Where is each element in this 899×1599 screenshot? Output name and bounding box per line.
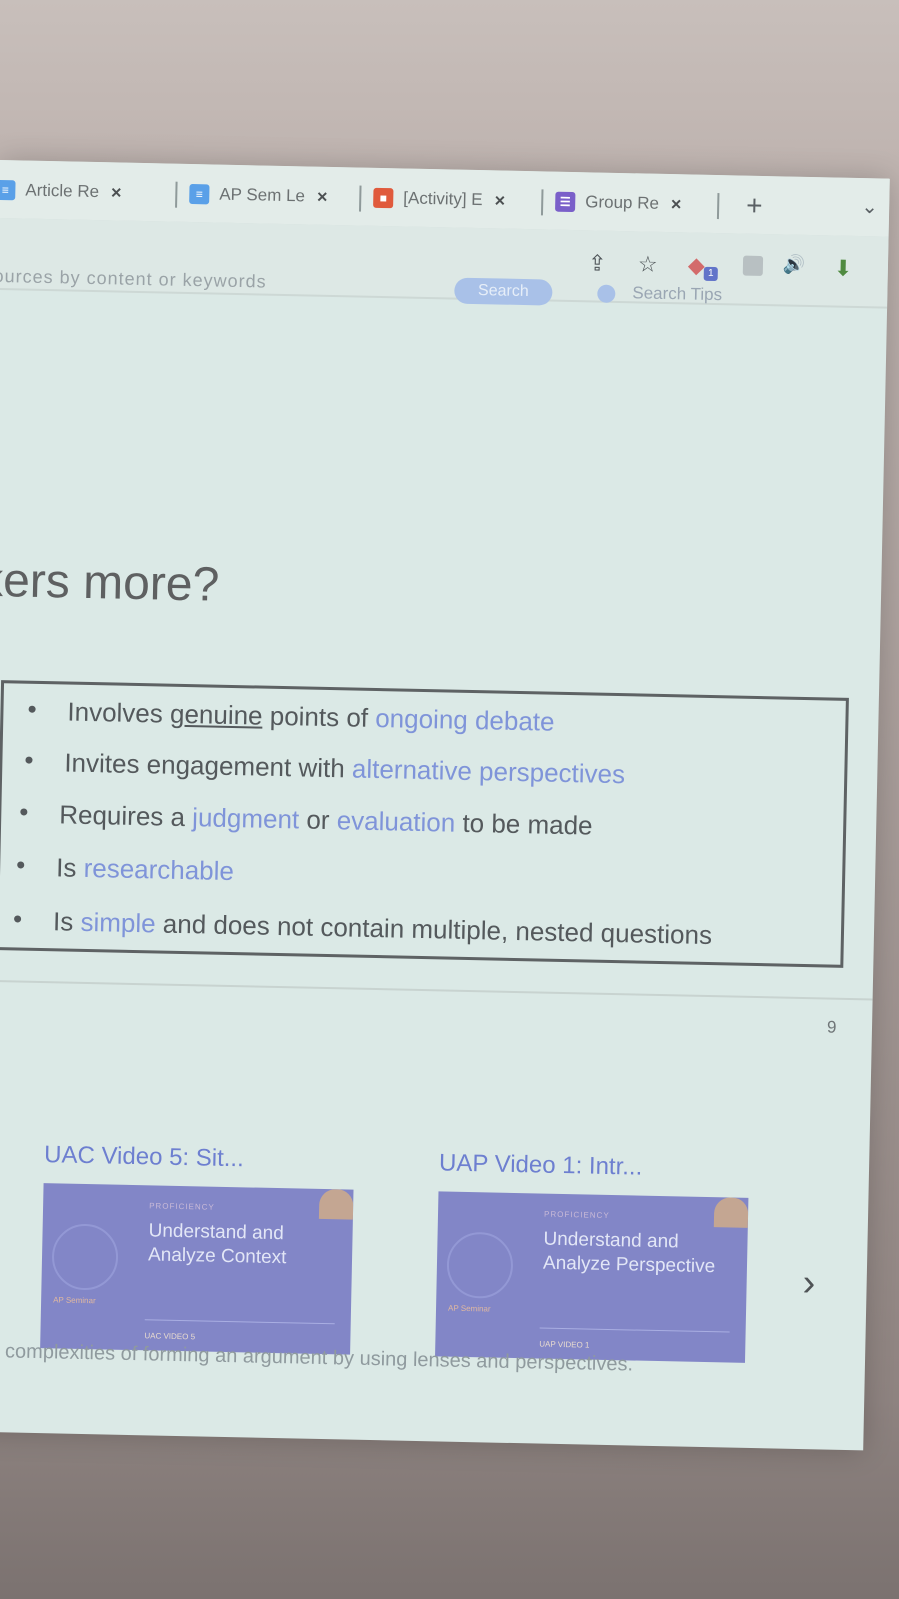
proficiency-label: PROFICIENCY: [543, 1209, 610, 1220]
close-icon[interactable]: ×: [494, 190, 505, 211]
download-icon[interactable]: ⬇: [834, 255, 853, 281]
tab-activity[interactable]: ■ [Activity] E ×: [373, 182, 506, 217]
carousel-next-icon[interactable]: ›: [802, 1262, 816, 1305]
criteria-text: Is: [55, 852, 84, 883]
tab-label: [Activity] E: [403, 188, 483, 210]
info-icon: [597, 284, 616, 303]
ap-seal-icon: [51, 1223, 119, 1291]
criteria-box: • Involves genuine points of ongoing deba…: [0, 680, 849, 968]
criteria-text: to be made: [454, 807, 593, 841]
criteria-text: Invites engagement with: [64, 747, 353, 784]
tab-label: Group Re: [585, 192, 660, 213]
highlighted-term: alternative perspectives: [351, 753, 626, 790]
search-input[interactable]: ources by content or keywords: [0, 266, 267, 293]
highlighted-term: judgment: [191, 802, 300, 835]
slide-heading: kers more?: [0, 553, 220, 612]
brand-label: AP Seminar: [447, 1303, 491, 1314]
video-thumbnail[interactable]: PROFICIENCY Understand and Analyze Conte…: [40, 1183, 354, 1355]
presenter-avatar: [713, 1197, 749, 1228]
video-label: UAP VIDEO 1: [539, 1339, 590, 1350]
bullet: •: [19, 796, 29, 827]
criteria-item: • Requires a judgment or evaluation to be…: [19, 797, 593, 841]
forms-icon: ☰: [555, 191, 576, 213]
video-card[interactable]: UAC Video 5: Sit... PROFICIENCY Understa…: [40, 1141, 355, 1355]
brand-label: AP Seminar: [53, 1295, 96, 1306]
tab-separator: [716, 193, 720, 220]
presenter-avatar: [318, 1188, 354, 1220]
criteria-item: • Involves genuine points of ongoing deba…: [27, 694, 555, 738]
criteria-text: Is: [52, 906, 81, 937]
highlighted-term: simple: [80, 906, 156, 939]
criteria-text: Requires a: [58, 799, 193, 833]
docs-icon: ≡: [189, 183, 210, 205]
docs-icon: ≡: [0, 179, 16, 201]
proficiency-label: PROFICIENCY: [149, 1201, 215, 1212]
criteria-text: genuine: [169, 698, 263, 731]
projected-screen: ≡ Article Re × ≡ AP Sem Le × ■ [Activity…: [0, 160, 890, 1451]
tab-group-research[interactable]: ☰ Group Re ×: [555, 186, 682, 221]
thumbnail-rule: [539, 1327, 730, 1333]
criteria-text: and does not contain multiple, nested qu…: [155, 908, 713, 951]
thumbnail-title: Understand and Analyze Context: [148, 1219, 287, 1270]
close-icon[interactable]: ×: [111, 182, 122, 203]
new-tab-button[interactable]: +: [746, 190, 763, 222]
search-tips-link[interactable]: Search Tips: [632, 283, 722, 305]
close-icon[interactable]: ×: [671, 194, 682, 215]
video-title[interactable]: UAC Video 5: Sit...: [44, 1141, 355, 1175]
video-card[interactable]: UAP Video 1: Intr... PROFICIENCY Underst…: [435, 1149, 750, 1363]
criteria-item: • Is researchable: [16, 849, 235, 887]
extension-badge: 1: [703, 266, 718, 282]
page-number: 9: [826, 1017, 837, 1037]
tab-separator: [175, 181, 178, 208]
criteria-text: or: [298, 804, 338, 836]
extension-icon[interactable]: ◆: [688, 252, 705, 278]
slides-icon: ■: [373, 187, 394, 209]
bullet: •: [15, 849, 26, 880]
criteria-text: points of: [262, 700, 376, 733]
share-icon[interactable]: ⇪: [588, 250, 607, 276]
thumbnail-rule: [144, 1319, 335, 1325]
tab-label: Article Re: [25, 180, 100, 202]
thumbnail-line: Understand and: [543, 1228, 679, 1253]
thumbnail-line: Understand and: [148, 1220, 285, 1245]
thumbnail-line: Analyze Perspective: [542, 1252, 716, 1278]
highlighted-term: researchable: [83, 852, 235, 887]
tab-label: AP Sem Le: [219, 184, 306, 206]
highlighted-term: ongoing debate: [374, 702, 555, 737]
bullet: •: [12, 903, 23, 934]
bullet: •: [24, 744, 34, 775]
extension-k-icon[interactable]: [742, 255, 764, 276]
speaker-icon[interactable]: 🔊: [783, 254, 806, 275]
tab-separator: [540, 189, 544, 216]
criteria-item: • Is simple and does not contain multiple…: [13, 903, 713, 951]
video-label: UAC VIDEO 5: [144, 1331, 196, 1342]
bullet: •: [27, 693, 37, 724]
tab-separator: [358, 185, 362, 212]
tab-search-chevron-icon[interactable]: ⌄: [861, 194, 878, 219]
criteria-item: • Invites engagement with alternative per…: [24, 745, 626, 790]
ap-seal-icon: [446, 1231, 514, 1299]
criteria-text: Involves: [67, 696, 171, 729]
tab-article-review[interactable]: ≡ Article Re ×: [0, 174, 122, 209]
divider: [0, 979, 873, 1001]
video-thumbnail[interactable]: PROFICIENCY Understand and Analyze Persp…: [435, 1191, 749, 1363]
close-icon[interactable]: ×: [317, 186, 328, 207]
tab-ap-sem[interactable]: ≡ AP Sem Le ×: [189, 178, 328, 213]
thumbnail-title: Understand and Analyze Perspective: [543, 1228, 716, 1280]
star-icon[interactable]: ☆: [638, 251, 658, 277]
highlighted-term: evaluation: [336, 805, 456, 838]
video-title[interactable]: UAP Video 1: Intr...: [439, 1149, 750, 1183]
thumbnail-line: Analyze Context: [147, 1244, 287, 1269]
search-button[interactable]: Search: [454, 277, 553, 306]
